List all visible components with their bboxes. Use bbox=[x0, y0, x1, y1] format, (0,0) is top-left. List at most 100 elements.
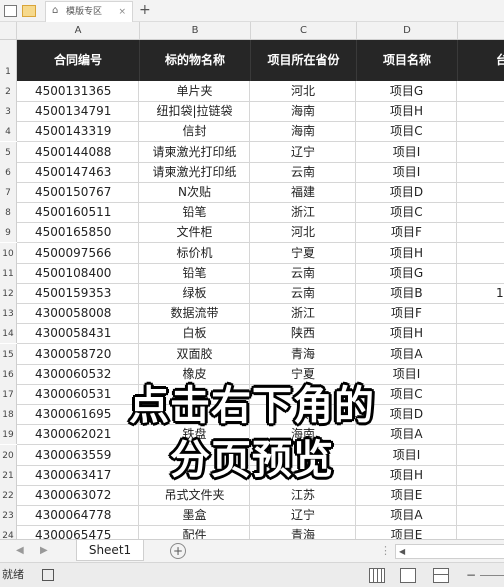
folder-icon[interactable] bbox=[22, 5, 36, 17]
cell-item-name[interactable]: 吊式文件夹 bbox=[140, 485, 250, 505]
cell-province[interactable]: 青海 bbox=[251, 343, 356, 364]
cell-partial-e[interactable] bbox=[458, 81, 504, 101]
cell-contract-no[interactable]: 4500134791 bbox=[17, 101, 139, 122]
column-header-c[interactable]: C bbox=[251, 22, 357, 39]
header-item-name[interactable]: 标的物名称 bbox=[140, 40, 251, 81]
cell-contract-no[interactable]: 4300058008 bbox=[17, 303, 139, 324]
cell-item-name[interactable]: 文件柜 bbox=[140, 222, 250, 243]
row-header[interactable]: 6 bbox=[0, 161, 17, 182]
column-header-b[interactable]: B bbox=[140, 22, 251, 39]
cell-item-name[interactable]: 单片夹 bbox=[140, 81, 250, 101]
cell-project-name[interactable]: 项目G bbox=[357, 262, 457, 283]
cell-project-name[interactable]: 项目A bbox=[357, 505, 457, 526]
cell-project-name[interactable]: 项目G bbox=[357, 81, 457, 101]
normal-view-icon[interactable] bbox=[369, 568, 385, 583]
cell-province[interactable]: 海南 bbox=[251, 101, 356, 122]
column-header-d[interactable]: D bbox=[357, 22, 458, 39]
cell-contract-no[interactable]: 4500150767 bbox=[17, 182, 139, 202]
cell-contract-no[interactable]: 4500108400 bbox=[17, 262, 139, 283]
row-header[interactable]: 9 bbox=[0, 222, 17, 243]
cell-contract-no[interactable]: 4500160511 bbox=[17, 202, 139, 223]
header-contract-no[interactable]: 合同编号 bbox=[17, 40, 140, 81]
row-header[interactable]: 13 bbox=[0, 303, 17, 324]
zoom-slider[interactable] bbox=[480, 575, 504, 576]
cell-project-name[interactable]: 项目D bbox=[357, 182, 457, 202]
cell-province[interactable]: 海南 bbox=[251, 121, 356, 142]
row-header[interactable]: 23 bbox=[0, 505, 17, 526]
cell-contract-no[interactable]: 4500131365 bbox=[17, 81, 139, 101]
cell-province[interactable]: 云南 bbox=[251, 262, 356, 283]
cell-project-name[interactable]: 项目B bbox=[357, 283, 457, 303]
cell-item-name[interactable]: 数据流带 bbox=[140, 303, 250, 324]
cell-project-name[interactable]: 项目F bbox=[357, 303, 457, 324]
cell-item-name[interactable]: 信封 bbox=[140, 121, 250, 142]
cell-project-name[interactable]: 项目I bbox=[357, 141, 457, 162]
row-header[interactable]: 3 bbox=[0, 101, 17, 122]
cell-item-name[interactable]: N次贴 bbox=[140, 182, 250, 202]
cell-contract-no[interactable]: 4500097566 bbox=[17, 242, 139, 263]
cell-item-name[interactable]: 纽扣袋|拉链袋 bbox=[140, 101, 250, 122]
cell-contract-no[interactable]: 4500159353 bbox=[17, 283, 139, 303]
cell-partial-e[interactable] bbox=[458, 323, 504, 343]
cell-partial-e[interactable] bbox=[458, 344, 504, 364]
row-header[interactable]: 4 bbox=[0, 121, 17, 142]
row-header[interactable]: 11 bbox=[0, 262, 17, 283]
cell-province[interactable]: 浙江 bbox=[251, 202, 356, 223]
close-icon[interactable]: × bbox=[118, 2, 126, 22]
header-partial-e[interactable]: 台 bbox=[458, 40, 504, 81]
macro-record-icon[interactable] bbox=[42, 569, 54, 581]
cell-project-name[interactable]: 项目I bbox=[357, 161, 457, 182]
cell-project-name[interactable]: 项目F bbox=[357, 222, 457, 243]
cell-project-name[interactable]: 项目C bbox=[357, 202, 457, 223]
column-header-a[interactable]: A bbox=[17, 22, 140, 39]
select-all-corner[interactable] bbox=[0, 22, 17, 39]
cell-province[interactable]: 浙江 bbox=[251, 303, 356, 324]
row-header[interactable]: 5 bbox=[0, 141, 17, 162]
cell-item-name[interactable]: 铅笔 bbox=[140, 262, 250, 283]
cell-contract-no[interactable]: 4300058720 bbox=[17, 343, 139, 364]
row-header[interactable]: 8 bbox=[0, 202, 17, 223]
header-province[interactable]: 项目所在省份 bbox=[251, 40, 357, 81]
cell-partial-e[interactable] bbox=[458, 101, 504, 121]
cell-item-name[interactable]: 标价机 bbox=[140, 242, 250, 263]
row-header[interactable]: 7 bbox=[0, 182, 17, 202]
zoom-out-button[interactable]: − bbox=[466, 563, 476, 587]
cell-contract-no[interactable]: 4300058431 bbox=[17, 323, 139, 344]
cell-contract-no[interactable]: 4500143319 bbox=[17, 121, 139, 142]
cell-province[interactable]: 云南 bbox=[251, 283, 356, 303]
cell-item-name[interactable]: 双面胶 bbox=[140, 343, 250, 364]
tab-template-zone[interactable]: ⌂ 模版专区 × bbox=[45, 1, 133, 22]
cell-project-name[interactable]: 项目E bbox=[357, 485, 457, 505]
cell-partial-e[interactable] bbox=[458, 162, 504, 182]
cell-project-name[interactable]: 项目H bbox=[357, 323, 457, 344]
cell-item-name[interactable]: 请柬激光打印纸 bbox=[140, 141, 250, 162]
page-layout-view-icon[interactable] bbox=[400, 568, 416, 583]
cell-contract-no[interactable]: 4500147463 bbox=[17, 161, 139, 182]
cell-contract-no[interactable]: 4500144088 bbox=[17, 141, 139, 162]
cell-partial-e[interactable] bbox=[458, 222, 504, 242]
row-header[interactable]: 22 bbox=[0, 485, 17, 505]
cell-province[interactable]: 云南 bbox=[251, 161, 356, 182]
cell-project-name[interactable]: 项目C bbox=[357, 121, 457, 142]
window-icon[interactable] bbox=[4, 5, 17, 17]
cell-partial-e[interactable] bbox=[458, 182, 504, 202]
cell-province[interactable]: 河北 bbox=[251, 222, 356, 243]
prev-sheet-icon[interactable]: ◀ bbox=[16, 540, 24, 562]
cell-project-name[interactable]: 项目H bbox=[357, 101, 457, 122]
row-header[interactable]: 15 bbox=[0, 343, 17, 364]
cell-province[interactable]: 江苏 bbox=[251, 485, 356, 505]
cell-province[interactable]: 宁夏 bbox=[251, 242, 356, 263]
row-header[interactable]: 10 bbox=[0, 242, 17, 263]
cell-partial-e[interactable] bbox=[458, 243, 504, 263]
cell-item-name[interactable]: 墨盒 bbox=[140, 505, 250, 526]
row-header[interactable]: 2 bbox=[0, 81, 17, 101]
page-break-preview-icon[interactable] bbox=[433, 568, 449, 583]
cell-project-name[interactable]: 项目H bbox=[357, 242, 457, 263]
cell-partial-e[interactable] bbox=[458, 303, 504, 323]
column-header-e[interactable] bbox=[458, 22, 504, 39]
cell-partial-e[interactable] bbox=[458, 202, 504, 222]
row-header[interactable]: 14 bbox=[0, 323, 17, 344]
cell-item-name[interactable]: 请柬激光打印纸 bbox=[140, 161, 250, 182]
cell-partial-e[interactable] bbox=[458, 121, 504, 141]
next-sheet-icon[interactable]: ▶ bbox=[40, 540, 48, 562]
